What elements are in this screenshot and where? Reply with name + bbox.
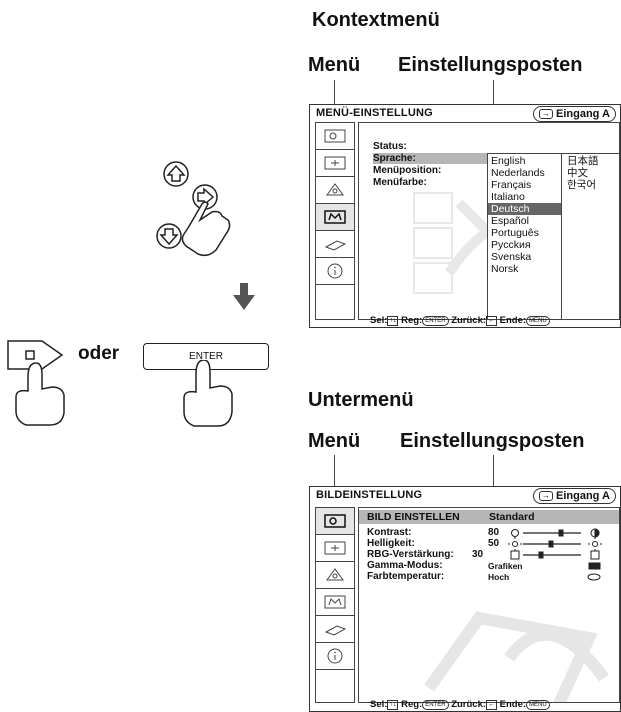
lang-option-selected[interactable]: Deutsch — [488, 203, 561, 215]
menu-key-icon: MENU — [526, 316, 550, 326]
lang-option[interactable]: Português — [488, 227, 561, 239]
dpad-illustration — [156, 161, 231, 257]
color-temp-icon — [587, 573, 601, 581]
left-key-icon: ← — [486, 316, 498, 326]
icon-installation[interactable] — [316, 231, 354, 258]
down-arrow-indicator-icon — [233, 283, 255, 310]
menu-icon-column — [315, 507, 355, 703]
language-divider — [561, 154, 562, 319]
footer-reg: Reg: — [401, 699, 423, 710]
row-helligkeit-label[interactable]: Helligkeit: — [367, 538, 415, 549]
input-badge: → Eingang A — [533, 106, 616, 122]
icon-info[interactable] — [316, 258, 354, 285]
slider-graphics — [508, 528, 602, 581]
row-kontrast-label[interactable]: Kontrast: — [367, 527, 411, 538]
lang-option[interactable]: Nederlands — [488, 167, 561, 179]
right-button-press-icon — [7, 340, 65, 426]
brightness-slider — [508, 537, 602, 551]
rgb-gain-slider — [510, 550, 600, 560]
sub-menu-label-items: Einstellungsposten — [400, 430, 585, 452]
menu-icon-column — [315, 122, 355, 320]
updown-key-icon: ↑↓ — [387, 700, 399, 710]
hand-pointer-icon — [183, 360, 233, 427]
contrast-slider — [511, 528, 600, 538]
lang-option[interactable]: 한국어 — [564, 179, 599, 191]
footer-reg: Reg: — [401, 315, 423, 326]
icon-setup[interactable] — [316, 177, 354, 204]
sub-header-value: Standard — [489, 511, 535, 523]
input-badge: → Eingang A — [533, 488, 616, 504]
context-menu-label-menu: Menü — [308, 54, 361, 76]
icon-picture[interactable] — [316, 123, 354, 150]
row-kontrast-value: 80 — [488, 527, 500, 538]
menu-item-menueposition[interactable]: Menüposition: — [373, 165, 441, 176]
icon-setup[interactable] — [316, 562, 354, 589]
left-key-icon: ← — [486, 700, 498, 710]
sub-menu-heading: Untermenü — [308, 389, 414, 411]
language-col-2: 日本語 中文 한국어 — [564, 155, 599, 191]
lang-option[interactable]: Norsk — [488, 263, 561, 275]
footer-sel: Sel: — [370, 315, 388, 326]
icon-empty — [316, 285, 354, 312]
footer-end: Ende: — [499, 315, 527, 326]
lang-option[interactable]: 日本語 — [564, 155, 599, 167]
sub-menu-label-menu: Menü — [308, 430, 361, 452]
context-menu-heading: Kontextmenü — [312, 9, 440, 31]
row-helligkeit-value: 50 — [488, 538, 500, 549]
down-arrow-icon — [156, 223, 182, 249]
enter-key-icon: ENTER — [422, 700, 449, 710]
row-farbtemp-label[interactable]: Farbtemperatur: — [367, 571, 444, 582]
settings-panel: Status: Sprache: Menüposition: Menüfarbe… — [358, 122, 620, 320]
screen-title: MENÜ-EINSTELLUNG — [316, 107, 433, 119]
language-col-1: English Nederlands Français Italiano Deu… — [488, 155, 561, 275]
icon-picture[interactable] — [316, 508, 354, 535]
context-menu-screen: MENÜ-EINSTELLUNG → Eingang A Status: Spra… — [309, 104, 621, 328]
lang-option[interactable]: Español — [488, 215, 561, 227]
menu-item-status[interactable]: Status: — [373, 141, 407, 152]
lang-option[interactable]: Italiano — [488, 191, 561, 203]
footer-back: Zurück: — [451, 315, 487, 326]
updown-key-icon: ↑↓ — [387, 316, 399, 326]
context-menu-label-items: Einstellungsposten — [398, 54, 583, 76]
menu-key-icon: MENU — [526, 700, 550, 710]
up-arrow-icon — [163, 161, 189, 187]
enter-key-icon: ENTER — [422, 316, 449, 326]
lang-option[interactable]: Français — [488, 179, 561, 191]
input-label: Eingang A — [556, 490, 610, 502]
language-list: English Nederlands Français Italiano Deu… — [487, 153, 619, 319]
lang-option[interactable]: 中文 — [564, 167, 599, 179]
hand-pointer-icon — [181, 201, 231, 257]
lang-option[interactable]: English — [488, 155, 561, 167]
icon-info[interactable] — [316, 643, 354, 670]
screen-title: BILDEINSTELLUNG — [316, 489, 423, 501]
footer-sel: Sel: — [370, 699, 388, 710]
sub-footer: Sel: ↑↓ Reg: ENTER Zurück: ← Ende: MENU — [370, 699, 550, 710]
row-gamma-label[interactable]: Gamma-Modus: — [367, 560, 443, 571]
footer-end: Ende: — [499, 699, 527, 710]
context-footer: Sel: ↑↓ Reg: ENTER Zurück: ← Ende: MENU — [370, 315, 550, 326]
lang-option[interactable]: Pycckия — [488, 239, 561, 251]
lang-option[interactable]: Svenska — [488, 251, 561, 263]
gamma-icon — [588, 562, 601, 570]
icon-menu-setting[interactable] — [316, 589, 354, 616]
icon-menu-setting[interactable] — [316, 204, 354, 231]
icon-screen[interactable] — [316, 535, 354, 562]
icon-installation[interactable] — [316, 616, 354, 643]
icon-empty — [316, 670, 354, 697]
row-rbg-value: 30 — [472, 549, 484, 560]
sub-menu-screen: BILDEINSTELLUNG → Eingang A BILD EINSTELL… — [309, 486, 621, 712]
footer-back: Zurück: — [451, 699, 487, 710]
sub-header-item: BILD EINSTELLEN — [367, 511, 460, 523]
menu-item-menuefarbe[interactable]: Menüfarbe: — [373, 177, 427, 188]
menu-item-sprache[interactable]: Sprache: — [373, 153, 491, 164]
row-rbg-label[interactable]: RBG-Verstärkung: — [367, 549, 454, 560]
input-label: Eingang A — [556, 108, 610, 120]
settings-panel: BILD EINSTELLEN Standard Kontrast: 80 He… — [358, 507, 620, 703]
oder-label: oder — [78, 343, 120, 364]
icon-screen[interactable] — [316, 150, 354, 177]
